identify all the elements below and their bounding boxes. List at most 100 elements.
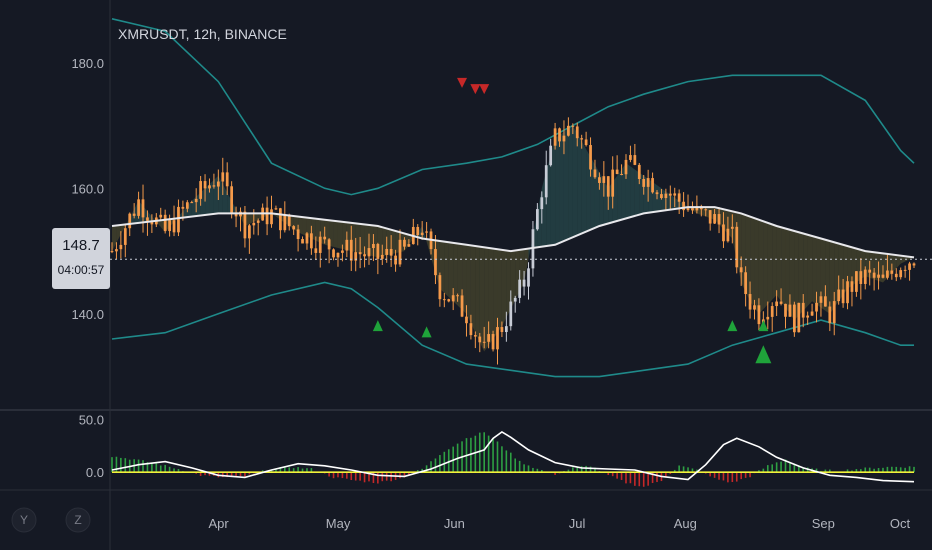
candle-body [394,255,397,265]
candle-body [655,192,659,195]
cloud-segment [878,252,883,283]
candle-body [535,209,539,230]
cloud-segment [617,169,622,221]
candle-body [203,181,207,189]
buy-signal-arrow [421,326,432,338]
cloud-segment [803,233,808,311]
candle-body [549,145,553,166]
candle-body [828,306,832,324]
candle-body [722,224,725,242]
candle-body [637,164,641,180]
candle-body [438,275,442,300]
candle-body [677,193,681,202]
candle-body [855,271,858,292]
candle-body [252,222,256,226]
candle-body [385,248,389,255]
z-axis-button-label: Z [74,513,81,527]
candle-body [513,297,517,302]
candle-body [606,176,610,197]
candle-body [123,228,127,245]
price-tick-label: 180.0 [71,56,104,71]
candle-body [730,226,734,229]
time-tick-label: May [326,516,351,531]
candle-body [376,244,380,259]
oscillator-axis: 50.0 0.0 [79,412,104,480]
candle-body [473,335,477,337]
candle-body [553,128,557,146]
candle-body [137,199,140,216]
sell-signal-arrow [457,77,468,88]
upper-band-line [111,18,915,196]
cloud-segment [781,227,786,308]
cloud-segment [785,228,790,314]
time-axis: Apr May Jun Jul Aug Sep Oct [208,516,910,531]
candle-body [518,279,522,298]
candle-body [407,244,411,247]
oscillator-tick-label: 50.0 [79,412,104,427]
candle-body [908,263,911,270]
candle-body [465,316,468,324]
candle-body [779,301,783,304]
candle-body [611,169,615,197]
candle-body [478,336,482,343]
cloud-segment [812,236,817,305]
candle-body [558,128,561,142]
time-tick-label: Jul [569,516,586,531]
candle-body [509,301,513,327]
cloud-segment [501,249,507,327]
candle-body [132,213,136,216]
candle-body [881,274,885,278]
candle-body [708,210,712,224]
candle-body [580,138,584,140]
candle-body [571,125,575,127]
candle-body [540,197,544,210]
y-axis-button[interactable]: Y [11,507,37,533]
cloud-segment [891,254,897,274]
candle-body [739,267,743,273]
time-tick-label: Sep [812,516,835,531]
cloud-segment [205,184,210,215]
candle-body [425,231,428,233]
candle-body [651,178,654,193]
candle-body [292,226,296,230]
candle-body [770,306,774,317]
candle-body [310,233,313,249]
candle-body [757,305,761,325]
cloud-segment [772,224,777,300]
candle-body [615,169,619,174]
countdown-timer: 04:00:57 [58,263,105,277]
candle-body [664,193,668,199]
candle-body [305,233,309,244]
oscillator-pane [111,431,915,487]
candle-body [899,270,903,278]
z-axis-button[interactable]: Z [65,507,91,533]
candle-body [487,334,491,342]
candle-body [766,316,770,320]
cloud-segment [112,225,117,252]
candle-body [332,249,335,258]
cloud-segment [555,134,560,245]
candle-body [243,211,247,239]
cloud-segment [661,188,666,211]
candle-body [208,185,211,189]
candle-body [500,327,504,333]
candle-body [620,173,623,175]
cloud-segment [896,255,901,269]
candle-body [633,155,637,165]
candle-body [358,252,362,255]
candle-body [159,214,163,218]
candle-body [389,248,393,256]
cloud-segment [767,222,773,305]
cloud-segment [360,223,365,255]
candle-body [380,254,384,259]
candle-body [504,326,508,333]
candle-body [584,139,588,146]
candle-body [903,269,907,271]
candle-body [859,271,863,284]
price-tick-label: 160.0 [71,181,104,196]
cloud-segment [333,220,338,248]
candle-body [810,311,814,316]
candle-body [863,269,867,284]
candle-body [784,303,787,317]
candle-body [912,263,916,266]
